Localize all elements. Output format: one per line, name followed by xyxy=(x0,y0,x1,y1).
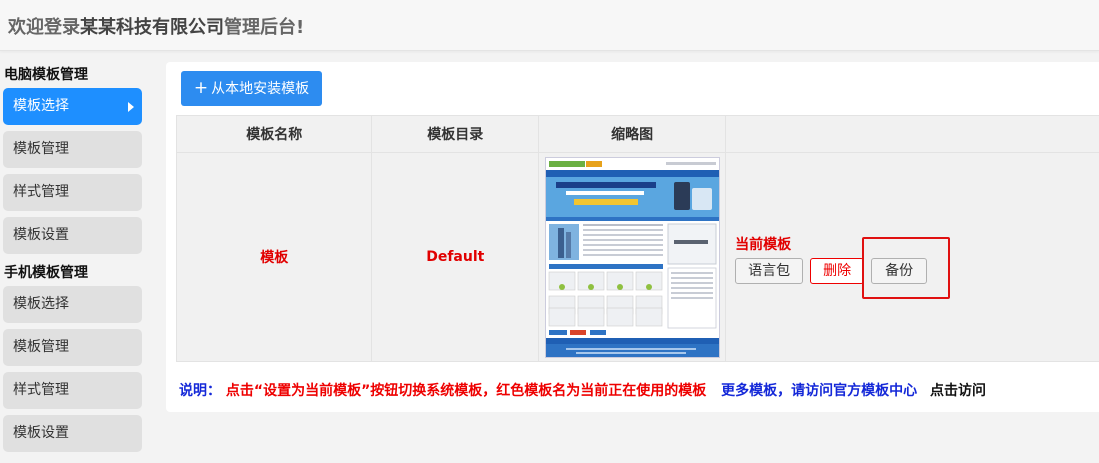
template-directory-cell: Default xyxy=(371,152,540,362)
template-directory: Default xyxy=(426,249,485,265)
column-header-name: 模板名称 xyxy=(175,115,373,153)
title-suffix: 管理后台! xyxy=(224,17,305,38)
sidebar-item-label: 模板管理 xyxy=(13,339,69,355)
template-name-cell: 模板 xyxy=(175,152,373,362)
table-row: 模板 Default 当前模板 语言包 删除 备份 xyxy=(175,152,1099,362)
column-header-thumbnail: 缩略图 xyxy=(538,115,727,153)
template-table: 模板名称 模板目录 缩略图 模板 Default 当前模板 语言包 删除 备份 xyxy=(175,115,1099,362)
template-actions: 当前模板 语言包 删除 备份 xyxy=(726,153,1099,361)
template-name: 模板 xyxy=(260,250,289,266)
sidebar-item-mobile-template-manage[interactable]: 模板管理 xyxy=(3,329,142,366)
sidebar-item-pc-template-select[interactable]: 模板选择 xyxy=(3,88,142,125)
title-prefix: 欢迎登录 xyxy=(8,17,80,38)
plus-icon: + xyxy=(193,78,209,98)
caret-right-icon xyxy=(128,102,134,112)
template-actions-cell: 当前模板 语言包 删除 备份 xyxy=(725,152,1099,362)
install-local-template-button[interactable]: + 从本地安装模板 xyxy=(181,71,322,106)
sidebar-item-label: 模板选择 xyxy=(13,98,69,114)
sidebar-item-label: 模板管理 xyxy=(13,141,69,157)
sidebar-item-pc-template-manage[interactable]: 模板管理 xyxy=(3,131,142,168)
sidebar-group-mobile: 手机模板管理 xyxy=(4,265,88,281)
sidebar-item-pc-style-manage[interactable]: 样式管理 xyxy=(3,174,142,211)
thumbnail-preview-graphic xyxy=(545,157,719,357)
sidebar-item-label: 模板设置 xyxy=(13,227,69,243)
template-thumbnail-cell xyxy=(538,152,727,362)
sidebar-item-mobile-style-manage[interactable]: 样式管理 xyxy=(3,372,142,409)
sidebar-group-pc: 电脑模板管理 xyxy=(4,67,88,83)
page-title: 欢迎登录某某科技有限公司管理后台! xyxy=(8,13,304,39)
company-name: 某某科技有限公司 xyxy=(80,17,224,38)
sidebar-item-mobile-template-settings[interactable]: 模板设置 xyxy=(3,415,142,452)
sidebar-item-label: 样式管理 xyxy=(13,184,69,200)
main-panel: + 从本地安装模板 模板名称 模板目录 缩略图 模板 Default 当前模板 … xyxy=(166,62,1099,412)
instruction-note: 说明： 点击“设置为当前模板”按钮切换系统模板，红色模板名为当前正在使用的模板 … xyxy=(179,380,986,400)
column-header-actions xyxy=(725,115,1099,153)
sidebar-item-label: 样式管理 xyxy=(13,382,69,398)
sidebar-item-pc-template-settings[interactable]: 模板设置 xyxy=(3,217,142,254)
sidebar-item-label: 模板设置 xyxy=(13,425,69,441)
official-template-center-link[interactable]: 更多模板，请访问官方模板中心 xyxy=(721,383,917,399)
column-header-directory: 模板目录 xyxy=(371,115,540,153)
table-header-row: 模板名称 模板目录 缩略图 xyxy=(175,115,1099,153)
install-button-label: 从本地安装模板 xyxy=(211,81,310,97)
delete-button[interactable]: 删除 xyxy=(810,258,865,284)
visit-link[interactable]: 点击访问 xyxy=(930,383,986,399)
sidebar-item-mobile-template-select[interactable]: 模板选择 xyxy=(3,286,142,323)
current-template-label: 当前模板 xyxy=(735,237,792,253)
template-thumbnail-image xyxy=(544,156,720,358)
sidebar-item-label: 模板选择 xyxy=(13,296,69,312)
note-text: 点击“设置为当前模板”按钮切换系统模板，红色模板名为当前正在使用的模板 xyxy=(225,383,707,399)
language-pack-button[interactable]: 语言包 xyxy=(735,258,804,284)
note-label: 说明： xyxy=(179,383,221,399)
highlight-box xyxy=(862,237,951,299)
top-header: 欢迎登录某某科技有限公司管理后台! xyxy=(0,0,1099,51)
